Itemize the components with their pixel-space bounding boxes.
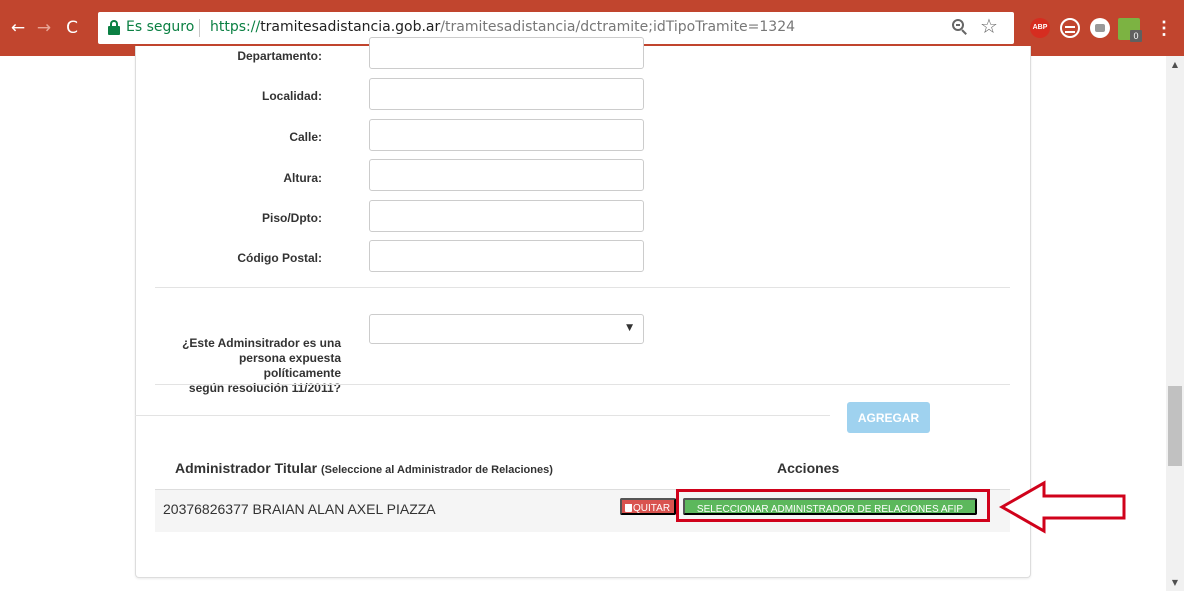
zoom-icon[interactable] bbox=[950, 17, 970, 37]
street-number-input[interactable] bbox=[369, 159, 644, 191]
postal-code-input[interactable] bbox=[369, 240, 644, 272]
pep-question-line: ¿Este Adminsitrador es una bbox=[182, 336, 341, 350]
lock-icon[interactable] bbox=[108, 20, 120, 35]
section-divider bbox=[155, 384, 1010, 385]
scroll-up-arrow-icon[interactable]: ▲ bbox=[1166, 56, 1184, 73]
pep-question-line: persona expuesta políticamente bbox=[238, 351, 341, 380]
back-arrow-icon[interactable]: ← bbox=[6, 16, 30, 40]
url-host: tramitesadistancia.gob.ar bbox=[260, 19, 441, 35]
table-header-admin-title: Administrador Titular bbox=[175, 460, 318, 476]
store-badge: 0 bbox=[1130, 30, 1142, 42]
pep-question-label: ¿Este Adminsitrador es una persona expue… bbox=[160, 336, 341, 396]
reload-icon[interactable]: C bbox=[60, 16, 84, 40]
table-header-admin-hint: (Seleccione al Administrador de Relacion… bbox=[320, 464, 553, 476]
menu-icon[interactable]: ⋮ bbox=[1154, 16, 1174, 40]
url-path: /tramitesadistancia/dctramite;idTipoTram… bbox=[440, 19, 796, 35]
page-viewport: Departamento: Localidad: Calle: Altura: … bbox=[0, 37, 1166, 591]
pep-select[interactable]: ▼ bbox=[369, 314, 644, 344]
admin-name-cell: 20376826377 BRAIAN ALAN AXEL PIAZZA bbox=[163, 501, 436, 517]
floor-apartment-label: Piso/Dpto: bbox=[262, 211, 322, 225]
sync-icon[interactable] bbox=[1060, 18, 1080, 38]
remove-admin-button[interactable]: QUITAR bbox=[620, 498, 677, 515]
adblock-plus-icon[interactable]: ABP bbox=[1030, 18, 1050, 38]
locality-label: Localidad: bbox=[261, 89, 322, 103]
department-input[interactable] bbox=[369, 37, 644, 69]
scrollbar-thumb[interactable] bbox=[1168, 386, 1182, 466]
store-icon[interactable]: 0 bbox=[1118, 18, 1142, 42]
table-header-admin: Administrador Titular (Seleccione al Adm… bbox=[175, 460, 553, 476]
table-header-actions: Acciones bbox=[777, 460, 840, 476]
forward-arrow-icon[interactable]: → bbox=[32, 16, 56, 40]
department-label: Departamento: bbox=[237, 49, 322, 63]
security-label[interactable]: Es seguro bbox=[126, 19, 194, 35]
scroll-down-arrow-icon[interactable]: ▼ bbox=[1166, 574, 1184, 591]
locality-input[interactable] bbox=[369, 78, 644, 110]
postal-code-label: Código Postal: bbox=[237, 251, 322, 265]
url-text[interactable]: https://tramitesadistancia.gob.ar/tramit… bbox=[210, 19, 795, 35]
street-input[interactable] bbox=[369, 119, 644, 151]
add-button[interactable]: AGREGAR bbox=[847, 402, 930, 433]
highlight-annotation-box bbox=[676, 489, 990, 522]
snap-icon[interactable] bbox=[1090, 18, 1110, 38]
trash-icon bbox=[625, 504, 632, 512]
floor-apartment-input[interactable] bbox=[369, 200, 644, 232]
pointer-arrow-icon bbox=[998, 480, 1126, 534]
url-scheme: https:// bbox=[210, 19, 261, 35]
address-separator bbox=[199, 19, 200, 37]
vertical-scrollbar[interactable]: ▲ ▼ bbox=[1166, 56, 1184, 591]
section-divider bbox=[135, 415, 830, 416]
dropdown-caret-icon: ▼ bbox=[626, 323, 633, 333]
bookmark-star-icon[interactable]: ☆ bbox=[978, 14, 1000, 38]
section-divider bbox=[155, 287, 1010, 288]
street-number-label: Altura: bbox=[283, 171, 322, 185]
remove-admin-label: QUITAR bbox=[633, 503, 671, 514]
street-label: Calle: bbox=[289, 130, 322, 144]
